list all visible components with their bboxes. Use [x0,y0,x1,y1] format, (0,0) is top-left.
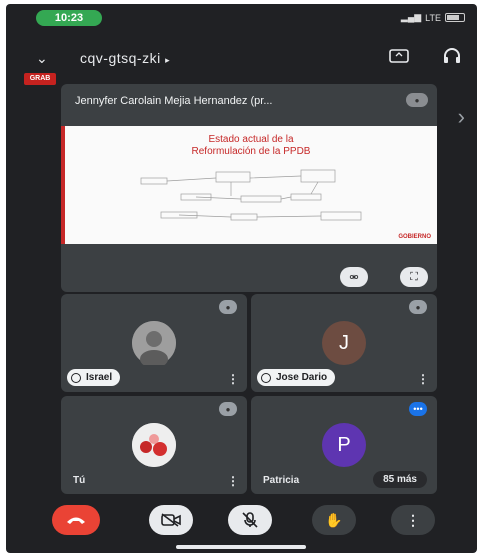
signal-icon: ▂▄▆ [400,12,422,22]
slide-accent-bar [61,126,65,244]
participant-tile-self[interactable]: ● Tú ⋮ [61,396,247,494]
avatar: P [322,423,366,467]
slide-logo: GOBIERNO [398,234,431,240]
camera-toggle-button[interactable] [149,505,193,535]
avatar [132,321,176,365]
fullscreen-icon[interactable]: ⛶ [400,267,428,287]
mic-off-icon: ● [406,93,428,107]
battery-icon [445,13,465,22]
avatar [132,423,176,467]
participant-tile-patricia[interactable]: ••• P Patricia 85 más [251,396,437,494]
more-options-button[interactable]: ⋮ [391,505,435,535]
slide-diagram [140,169,362,221]
raise-hand-icon: ✋ [325,511,343,528]
chevron-right-icon[interactable]: › [458,104,465,130]
meeting-header: ⌄ cqv-gtsq-zki ▸ [6,42,477,76]
participant-name-chip: Israel [67,369,121,386]
participant-name: Jose Dario [276,372,328,383]
more-vert-icon[interactable]: ⋮ [227,474,239,488]
shared-slide: Estado actual de la Reformulación de la … [61,126,437,244]
meeting-code[interactable]: cqv-gtsq-zki ▸ [80,50,170,66]
mic-toggle-button[interactable] [228,505,272,535]
more-participants-button[interactable]: 85 más [373,471,427,488]
end-call-icon [67,517,85,524]
headphones-icon[interactable] [443,48,461,69]
recording-badge: GRAB [24,73,56,85]
participant-name-chip: Jose Dario [257,369,336,386]
more-options-icon: ⋮ [406,511,420,528]
mic-off-icon: ● [219,402,237,416]
pin-icon [71,372,81,383]
network-label: LTE [425,12,441,23]
avatar: J [322,321,366,365]
participant-name: Tú [73,475,86,486]
presentation-tile[interactable]: Jennyfer Carolain Mejia Hernandez (pr...… [61,84,437,292]
meeting-code-text: cqv-gtsq-zki [80,50,161,66]
system-icons: ▂▄▆ LTE [401,12,465,23]
raise-hand-button[interactable]: ✋ [312,505,356,535]
status-bar: 10:23 ▂▄▆ LTE [6,4,477,30]
presenter-name: Jennyfer Carolain Mejia Hernandez (pr... [75,95,273,107]
camera-off-icon [161,513,181,527]
mic-off-icon: ● [409,300,427,314]
speaking-indicator-icon: ••• [409,402,427,416]
end-call-button[interactable] [52,505,100,535]
meet-screen: 10:23 ▂▄▆ LTE ⌄ cqv-gtsq-zki ▸ GRAB Jenn… [6,4,477,553]
slide-title: Estado actual de la Reformulación de la … [161,134,341,158]
participant-name: Israel [86,372,113,383]
more-vert-icon[interactable]: ⋮ [227,372,239,386]
mic-off-icon: ● [219,300,237,314]
mic-off-icon [242,512,258,528]
more-vert-icon[interactable]: ⋮ [417,372,429,386]
slide-title-line2: Reformulación de la PPDB [191,146,311,157]
unpin-icon[interactable]: ⚮ [340,267,368,287]
chevron-down-icon[interactable]: ⌄ [36,50,48,67]
camera-switch-icon[interactable] [389,48,409,69]
home-indicator[interactable] [176,545,306,549]
call-controls: ✋ ⋮ [6,501,477,541]
pin-icon [261,372,271,383]
participant-name: Patricia [263,475,300,486]
caret-right-icon: ▸ [165,55,171,65]
participant-tile-israel[interactable]: ● Israel ⋮ [61,294,247,392]
slide-title-line1: Estado actual de la [208,134,294,145]
status-time: 10:23 [36,10,102,26]
participant-tile-jose-dario[interactable]: ● J Jose Dario ⋮ [251,294,437,392]
